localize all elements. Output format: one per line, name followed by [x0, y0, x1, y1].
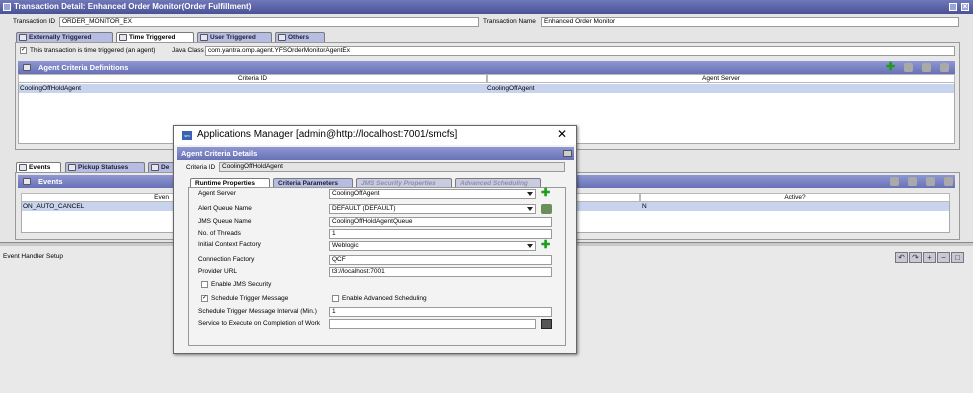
- lookup-icon[interactable]: [541, 319, 552, 329]
- window-title-bar: Transaction Detail: Enhanced Order Monit…: [0, 0, 973, 14]
- column-header-agent-server[interactable]: Agent Server: [487, 74, 955, 83]
- jms-queue-field[interactable]: CoolingOffHoldAgentQueue: [329, 217, 552, 227]
- close-icon[interactable]: ×: [961, 3, 969, 11]
- cell-event-name: ON_AUTO_CANCEL: [23, 203, 85, 210]
- tab-user-triggered[interactable]: User Triggered: [197, 32, 272, 42]
- context-factory-label: Initial Context Factory: [198, 241, 261, 248]
- others-icon: [278, 34, 286, 41]
- schedule-trigger-checkbox[interactable]: ✓: [201, 295, 208, 302]
- agent-server-label: Agent Server: [198, 190, 236, 197]
- threads-field[interactable]: 1: [329, 229, 552, 239]
- add-event-icon[interactable]: [890, 177, 899, 186]
- agent-criteria-header: Agent Criteria Definitions: [18, 61, 955, 74]
- panel-icon: [23, 64, 31, 71]
- chevron-down-icon: [527, 244, 533, 248]
- connection-factory-field[interactable]: QCF: [329, 255, 552, 265]
- cell-agent-server: CoolingOffAgent: [487, 85, 535, 92]
- criteria-id-field[interactable]: CoolingOffHoldAgent: [219, 162, 565, 172]
- alert-queue-label: Alert Queue Name: [198, 205, 252, 212]
- close-icon[interactable]: ✕: [557, 127, 567, 141]
- transaction-id-field[interactable]: ORDER_MONITOR_EX: [59, 17, 479, 27]
- undo-icon[interactable]: ↶: [895, 252, 908, 263]
- agent-server-select[interactable]: CoolingOffAgent: [329, 189, 536, 199]
- add-agent-server-icon[interactable]: ✚: [541, 188, 550, 199]
- clock-icon: [119, 34, 127, 41]
- interval-field[interactable]: 1: [329, 307, 552, 317]
- details-icon: [151, 164, 159, 171]
- zoom-out-icon[interactable]: −: [937, 252, 950, 263]
- transaction-id-label: Transaction ID: [13, 18, 56, 25]
- java-class-field[interactable]: com.yantra.omp.agent.YFSOrderMonitorAgen…: [205, 46, 955, 56]
- dialog-title-bar: sm Applications Manager [admin@http://lo…: [174, 126, 576, 145]
- dialog-title: Applications Manager [admin@http://local…: [197, 129, 458, 140]
- event-handler-label: Event Handler Setup: [3, 253, 63, 260]
- add-criteria-icon[interactable]: ✚: [886, 62, 895, 73]
- schedule-trigger-label: Schedule Trigger Message: [211, 295, 289, 302]
- delete-event-icon[interactable]: [944, 177, 953, 186]
- service-label: Service to Execute on Completion of Work: [198, 320, 320, 327]
- cell-event-active: N: [642, 203, 647, 210]
- edit-queue-icon[interactable]: [541, 204, 552, 214]
- copy-event-icon[interactable]: [926, 177, 935, 186]
- chevron-down-icon: [527, 192, 533, 196]
- connection-factory-label: Connection Factory: [198, 256, 255, 263]
- pickup-icon: [68, 164, 76, 171]
- tab-events[interactable]: Events: [16, 162, 61, 172]
- app-icon: sm: [182, 131, 192, 140]
- provider-url-field[interactable]: t3://localhost:7001: [329, 267, 552, 277]
- column-header-active[interactable]: Active?: [640, 193, 950, 202]
- advanced-scheduling-label: Enable Advanced Scheduling: [342, 295, 427, 302]
- cell-criteria-id: CoolingOffHoldAgent: [20, 85, 81, 92]
- events-icon: [19, 164, 27, 171]
- alert-queue-select[interactable]: DEFAULT (DEFAULT): [329, 204, 536, 214]
- tab-externally-triggered[interactable]: Externally Triggered: [16, 32, 113, 42]
- view-event-icon[interactable]: [908, 177, 917, 186]
- chevron-down-icon: [527, 207, 533, 211]
- enable-jms-security-checkbox[interactable]: [201, 281, 208, 288]
- context-factory-select[interactable]: Weblogic: [329, 241, 536, 251]
- interval-label: Schedule Trigger Message Interval (Min.): [198, 308, 317, 315]
- jms-queue-label: JMS Queue Name: [198, 218, 252, 225]
- app-icon: [3, 3, 11, 11]
- tab-time-triggered[interactable]: Time Triggered: [116, 32, 194, 42]
- redo-icon[interactable]: ↷: [909, 252, 922, 263]
- enable-jms-security-label: Enable JMS Security: [211, 281, 272, 288]
- provider-url-label: Provider URL: [198, 268, 238, 275]
- time-triggered-checkbox[interactable]: ✓: [20, 47, 27, 54]
- threads-label: No. of Threads: [198, 230, 241, 237]
- user-icon: [200, 34, 208, 41]
- window-title: Transaction Detail: Enhanced Order Monit…: [14, 2, 252, 11]
- panel-icon: [23, 178, 31, 185]
- tab-pickup-statuses[interactable]: Pickup Statuses: [65, 162, 145, 172]
- restore-icon[interactable]: [949, 3, 957, 11]
- advanced-scheduling-checkbox[interactable]: [332, 295, 339, 302]
- column-header-criteria-id[interactable]: Criteria ID: [18, 74, 487, 83]
- add-context-factory-icon[interactable]: ✚: [541, 240, 550, 251]
- transaction-name-label: Transaction Name: [483, 18, 536, 25]
- criteria-id-label: Criteria ID: [186, 164, 216, 171]
- panel-action-icon[interactable]: [563, 150, 572, 157]
- delete-icon[interactable]: [940, 63, 949, 72]
- time-triggered-label: This transaction is time triggered (an a…: [30, 47, 156, 54]
- agent-criteria-details-header: Agent Criteria Details: [177, 147, 574, 160]
- tab-others[interactable]: Others: [275, 32, 325, 42]
- zoom-in-icon[interactable]: +: [923, 252, 936, 263]
- view-details-icon[interactable]: [904, 63, 913, 72]
- java-class-label: Java Class: [172, 47, 204, 54]
- copy-icon[interactable]: [922, 63, 931, 72]
- service-field[interactable]: [329, 319, 536, 329]
- transaction-name-field[interactable]: Enhanced Order Monitor: [541, 17, 959, 27]
- tab-icon: [19, 34, 27, 41]
- zoom-fit-icon[interactable]: □: [951, 252, 964, 263]
